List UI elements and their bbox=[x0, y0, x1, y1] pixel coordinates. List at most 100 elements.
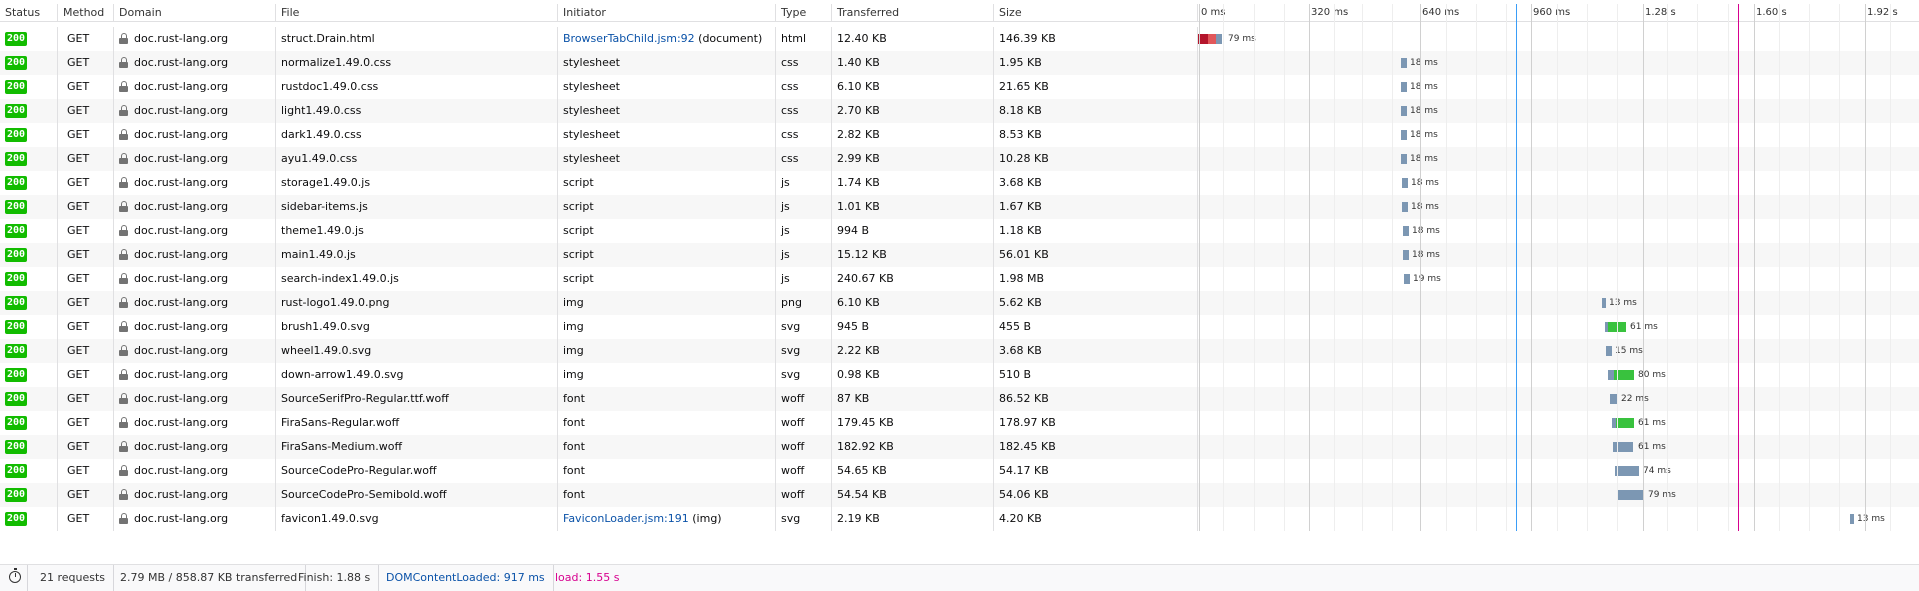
timing-bar-segment bbox=[1403, 226, 1409, 236]
size-cell: 86.52 KB bbox=[994, 387, 1198, 411]
request-row[interactable]: 200 GET doc.rust-lang.org dark1.49.0.css sty… bbox=[0, 123, 1919, 147]
size-cell: 54.17 KB bbox=[994, 459, 1198, 483]
header-status[interactable]: Status bbox=[0, 4, 58, 22]
status-badge: 200 bbox=[5, 488, 28, 502]
status-badge: 200 bbox=[5, 272, 28, 286]
size-cell: 4.20 KB bbox=[994, 507, 1198, 531]
method-cell: GET bbox=[58, 363, 114, 387]
status-cell: 200 bbox=[0, 123, 58, 147]
method-cell: GET bbox=[58, 339, 114, 363]
lock-icon bbox=[119, 224, 128, 236]
type-cell: js bbox=[776, 267, 832, 291]
method-cell: GET bbox=[58, 123, 114, 147]
type-cell: js bbox=[776, 219, 832, 243]
timing-label: 79 ms bbox=[1228, 34, 1256, 44]
header-method[interactable]: Method bbox=[58, 4, 114, 22]
status-cell: 200 bbox=[0, 315, 58, 339]
stopwatch-icon[interactable] bbox=[0, 565, 28, 591]
request-row[interactable]: 200 GET doc.rust-lang.org rustdoc1.49.0.css… bbox=[0, 75, 1919, 99]
request-row[interactable]: 200 GET doc.rust-lang.org theme1.49.0.js scr… bbox=[0, 219, 1919, 243]
status-badge: 200 bbox=[5, 440, 28, 454]
lock-icon bbox=[119, 320, 128, 332]
domain-text: doc.rust-lang.org bbox=[134, 56, 229, 69]
status-badge: 200 bbox=[5, 320, 28, 334]
request-row[interactable]: 200 GET doc.rust-lang.org SourceCodePro-Sem… bbox=[0, 483, 1919, 507]
method-cell: GET bbox=[58, 411, 114, 435]
size-cell: 3.68 KB bbox=[994, 171, 1198, 195]
size-cell: 5.62 KB bbox=[994, 291, 1198, 315]
file-cell: search-index1.49.0.js bbox=[276, 267, 558, 291]
domain-cell: doc.rust-lang.org bbox=[114, 387, 276, 411]
domain-cell: doc.rust-lang.org bbox=[114, 27, 276, 51]
header-file[interactable]: File bbox=[276, 4, 558, 22]
initiator-link[interactable]: FaviconLoader.jsm:191 bbox=[563, 512, 689, 525]
request-row[interactable]: 200 GET doc.rust-lang.org down-arrow1.49.0.… bbox=[0, 363, 1919, 387]
initiator-link[interactable]: BrowserTabChild.jsm:92 bbox=[563, 32, 695, 45]
status-cell: 200 bbox=[0, 459, 58, 483]
domain-cell: doc.rust-lang.org bbox=[114, 51, 276, 75]
timeline-tick-label: 960 ms bbox=[1533, 7, 1571, 18]
file-cell: storage1.49.0.js bbox=[276, 171, 558, 195]
timing-label: 18 ms bbox=[1411, 178, 1439, 188]
timing-label: 61 ms bbox=[1638, 418, 1666, 428]
size-cell: 510 B bbox=[994, 363, 1198, 387]
domain-cell: doc.rust-lang.org bbox=[114, 339, 276, 363]
method-cell: GET bbox=[58, 435, 114, 459]
request-row[interactable]: 200 GET doc.rust-lang.org SourceCodePro-Reg… bbox=[0, 459, 1919, 483]
domain-text: doc.rust-lang.org bbox=[134, 272, 229, 285]
domain-text: doc.rust-lang.org bbox=[134, 224, 229, 237]
timing-label: 19 ms bbox=[1413, 274, 1441, 284]
method-cell: GET bbox=[58, 243, 114, 267]
header-size[interactable]: Size bbox=[994, 4, 1198, 22]
file-cell: dark1.49.0.css bbox=[276, 123, 558, 147]
file-cell: down-arrow1.49.0.svg bbox=[276, 363, 558, 387]
transfer-summary: 2.79 MB / 858.87 KB transferred bbox=[112, 565, 307, 591]
domain-text: doc.rust-lang.org bbox=[134, 80, 229, 93]
request-row[interactable]: 200 GET doc.rust-lang.org storage1.49.0.js s… bbox=[0, 171, 1919, 195]
timeline-tick-label: 1.92 s bbox=[1867, 7, 1898, 18]
request-row[interactable]: 200 GET doc.rust-lang.org wheel1.49.0.svg im… bbox=[0, 339, 1919, 363]
method-cell: GET bbox=[58, 171, 114, 195]
header-domain[interactable]: Domain bbox=[114, 4, 276, 22]
request-row[interactable]: 200 GET doc.rust-lang.org light1.49.0.css st… bbox=[0, 99, 1919, 123]
initiator-cell: font bbox=[558, 411, 776, 435]
timing-bar-segment bbox=[1401, 82, 1407, 92]
timing-bar-segment bbox=[1401, 58, 1407, 68]
domain-text: doc.rust-lang.org bbox=[134, 296, 229, 309]
lock-icon bbox=[119, 248, 128, 260]
size-cell: 54.06 KB bbox=[994, 483, 1198, 507]
transferred-cell: 0.98 KB bbox=[832, 363, 994, 387]
timing-bar-segment bbox=[1402, 178, 1408, 188]
header-initiator[interactable]: Initiator bbox=[558, 4, 776, 22]
domain-text: doc.rust-lang.org bbox=[134, 128, 229, 141]
request-row[interactable]: 200 GET doc.rust-lang.org ayu1.49.0.css styl… bbox=[0, 147, 1919, 171]
type-cell: js bbox=[776, 195, 832, 219]
request-row[interactable]: 200 GET doc.rust-lang.org normalize1.49.0.c… bbox=[0, 51, 1919, 75]
timing-bar-segment bbox=[1404, 274, 1410, 284]
timing-label: 18 ms bbox=[1410, 154, 1438, 164]
file-cell: ayu1.49.0.css bbox=[276, 147, 558, 171]
request-row[interactable]: 200 GET doc.rust-lang.org FiraSans-Medium.w… bbox=[0, 435, 1919, 459]
domain-text: doc.rust-lang.org bbox=[134, 368, 229, 381]
header-transferred[interactable]: Transferred bbox=[832, 4, 994, 22]
method-cell: GET bbox=[58, 219, 114, 243]
request-row[interactable]: 200 GET doc.rust-lang.org sidebar-items.js s… bbox=[0, 195, 1919, 219]
domain-cell: doc.rust-lang.org bbox=[114, 75, 276, 99]
request-row[interactable]: 200 GET doc.rust-lang.org struct.Drain.html… bbox=[0, 27, 1919, 51]
request-row[interactable]: 200 GET doc.rust-lang.org rust-logo1.49.0.p… bbox=[0, 291, 1919, 315]
request-row[interactable]: 200 GET doc.rust-lang.org brush1.49.0.svg im… bbox=[0, 315, 1919, 339]
timing-label: 61 ms bbox=[1638, 442, 1666, 452]
request-row[interactable]: 200 GET doc.rust-lang.org search-index1.49.… bbox=[0, 267, 1919, 291]
transferred-cell: 2.22 KB bbox=[832, 339, 994, 363]
transferred-cell: 994 B bbox=[832, 219, 994, 243]
transferred-cell: 1.74 KB bbox=[832, 171, 994, 195]
request-row[interactable]: 200 GET doc.rust-lang.org SourceSerifPro-Re… bbox=[0, 387, 1919, 411]
size-cell: 21.65 KB bbox=[994, 75, 1198, 99]
timing-bar-segment bbox=[1613, 442, 1633, 452]
request-row[interactable]: 200 GET doc.rust-lang.org favicon1.49.0.svg… bbox=[0, 507, 1919, 531]
header-type[interactable]: Type bbox=[776, 4, 832, 22]
request-row[interactable]: 200 GET doc.rust-lang.org main1.49.0.js scri… bbox=[0, 243, 1919, 267]
request-row[interactable]: 200 GET doc.rust-lang.org FiraSans-Regular.… bbox=[0, 411, 1919, 435]
initiator-cell: BrowserTabChild.jsm:92 (document) bbox=[558, 27, 776, 51]
size-cell: 178.97 KB bbox=[994, 411, 1198, 435]
